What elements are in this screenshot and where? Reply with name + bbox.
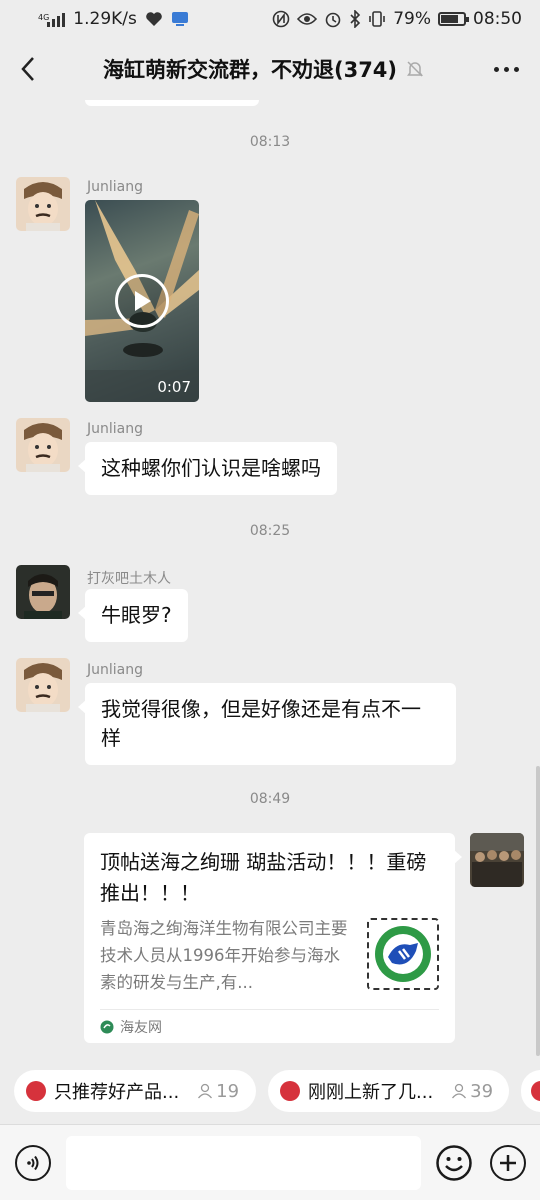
pinned-count: 39 <box>451 1081 493 1102</box>
voice-icon <box>27 1155 39 1171</box>
pinned-count-value: 19 <box>216 1080 240 1102</box>
bluetooth-icon <box>350 10 361 28</box>
network-speed: 1.29K/s <box>73 9 137 29</box>
hammer-icon <box>531 1081 540 1101</box>
back-button[interactable] <box>0 38 56 100</box>
message-bubble[interactable]: 这种螺你们认识是啥螺吗 <box>78 442 337 495</box>
avatar-junliang[interactable] <box>16 658 70 712</box>
avatar-junliang[interactable] <box>16 418 70 472</box>
network-type: 4G <box>38 13 50 22</box>
chat-title-wrap[interactable]: 海缸萌新交流群，不劝退(374) <box>56 54 472 84</box>
scrollbar[interactable] <box>536 766 540 1056</box>
timestamp: 08:49 <box>249 791 291 807</box>
battery-percent: 79% <box>393 9 431 29</box>
avatar-dahui[interactable] <box>16 565 70 619</box>
chevron-left-icon <box>21 57 34 81</box>
plus-icon <box>500 1155 516 1171</box>
nfc-icon <box>272 10 290 28</box>
link-card-description: 青岛海之绚海洋生物有限公司主要技术人员从1996年开始参与海水素的研发与生产,有… <box>100 919 348 992</box>
more-button[interactable] <box>472 38 540 100</box>
more-actions-button[interactable] <box>490 1145 526 1181</box>
link-card-title: 顶帖送海之绚珊 瑚盐活动！！！重磅推出！！！ <box>100 850 427 905</box>
pinned-item[interactable]: 只推荐好产品... 19 <box>14 1070 256 1112</box>
alarm-icon <box>325 12 341 28</box>
pinned-label: 刚刚上新了几... <box>308 1082 434 1103</box>
seal-logo-icon <box>373 924 433 984</box>
timestamp: 08:13 <box>249 134 291 150</box>
eye-icon <box>297 13 318 25</box>
message-bubble[interactable]: 牛眼罗? <box>78 589 188 642</box>
clock: 08:50 <box>473 9 522 29</box>
link-card-thumbnail <box>367 918 439 990</box>
play-icon[interactable] <box>115 274 169 328</box>
status-bar: 4G 1.29K/s 79% 08:50 <box>0 0 540 38</box>
pinned-item[interactable]: 刚刚上新了几... 39 <box>268 1070 509 1112</box>
video-duration: 0:07 <box>157 378 191 396</box>
message-list[interactable]: 08:13 Junliang 0:07 Junliang 这种螺你们认识是啥螺吗… <box>0 100 540 1058</box>
hammer-icon <box>280 1081 300 1101</box>
person-icon <box>452 1083 467 1099</box>
sender-name: 打灰吧土木人 <box>87 571 171 587</box>
chat-header: 海缸萌新交流群，不劝退(374) <box>0 38 540 100</box>
bell-off-icon <box>405 59 425 79</box>
sender-name: Junliang <box>87 179 143 195</box>
chat-title: 海缸萌新交流群，不劝退(374) <box>102 58 398 82</box>
pinned-count-value: 39 <box>470 1080 494 1102</box>
message-bubble[interactable]: 我觉得很像，但是好像还是有点不一样 <box>78 683 456 765</box>
message-input[interactable] <box>66 1136 421 1190</box>
person-icon <box>198 1083 213 1099</box>
link-card-source-name: 海友网 <box>120 1020 162 1036</box>
previous-message-bubble[interactable] <box>85 100 259 106</box>
pinned-bar: 只推荐好产品... 19 刚刚上新了几... 39 <box>0 1058 540 1124</box>
emoji-icon[interactable] <box>436 1145 472 1181</box>
pinned-label: 只推荐好产品... <box>54 1082 180 1103</box>
screen-cast-icon <box>171 12 188 26</box>
hammer-icon <box>26 1081 46 1101</box>
timestamp: 08:25 <box>249 523 291 539</box>
sender-name: Junliang <box>87 662 143 678</box>
voice-button[interactable] <box>15 1145 51 1181</box>
pinned-item-partial[interactable] <box>521 1070 540 1112</box>
sender-name: Junliang <box>87 421 143 437</box>
cellular-signal-icon: 4G <box>38 11 66 27</box>
pinned-count: 19 <box>197 1081 239 1102</box>
video-message[interactable]: 0:07 <box>85 200 199 402</box>
battery-icon <box>438 12 469 26</box>
link-card[interactable]: 顶帖送海之绚珊 瑚盐活动！！！重磅推出！！！ 青岛海之绚海洋生物有限公司主要技术… <box>84 833 462 1043</box>
divider <box>100 1009 439 1010</box>
heart-icon <box>146 12 162 26</box>
site-logo-icon <box>100 1020 114 1034</box>
avatar-junliang[interactable] <box>16 177 70 231</box>
input-bar <box>0 1124 540 1200</box>
more-dots-icon <box>493 66 499 72</box>
link-card-source: 海友网 <box>100 1017 162 1037</box>
avatar-self[interactable] <box>470 833 524 887</box>
vibrate-icon <box>369 11 386 27</box>
